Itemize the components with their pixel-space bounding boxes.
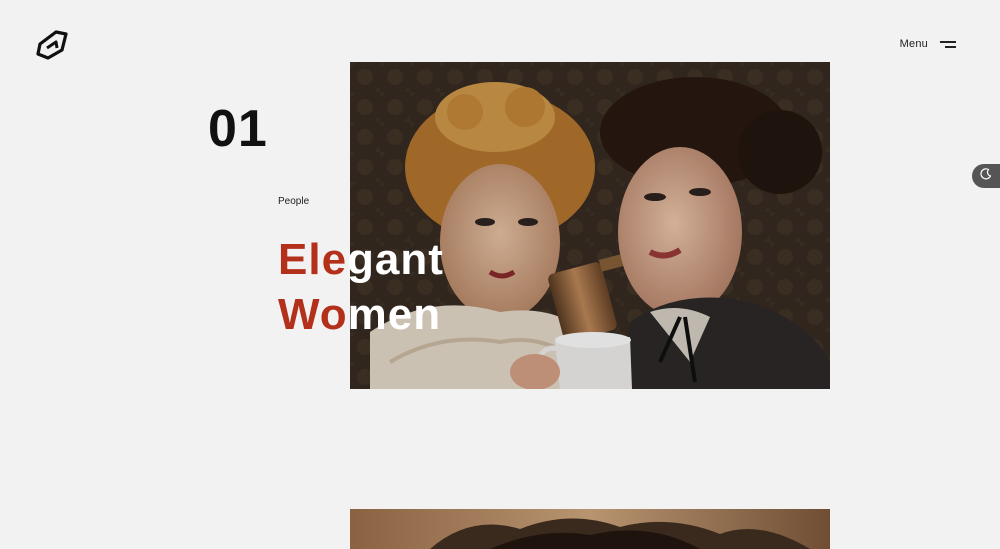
slide-number: 01	[208, 100, 268, 158]
slide-category[interactable]: People	[278, 196, 309, 207]
menu-label: Menu	[899, 38, 928, 50]
title-line-1-right: gant	[347, 235, 444, 284]
brand-logo-icon[interactable]	[34, 28, 70, 62]
title-line-1-left: Ele	[278, 235, 348, 284]
title-line-2: Women	[278, 287, 444, 342]
title-line-2-right: men	[347, 290, 442, 339]
hamburger-icon	[940, 39, 956, 49]
next-slide-image[interactable]	[350, 509, 830, 549]
title-line-2-left: Wo	[278, 290, 348, 339]
menu-button[interactable]: Menu	[900, 38, 956, 50]
moon-icon	[980, 167, 992, 185]
slide-title[interactable]: Elegant Women	[278, 232, 444, 342]
title-line-1: Elegant	[278, 232, 444, 287]
theme-toggle-button[interactable]	[972, 164, 1000, 188]
